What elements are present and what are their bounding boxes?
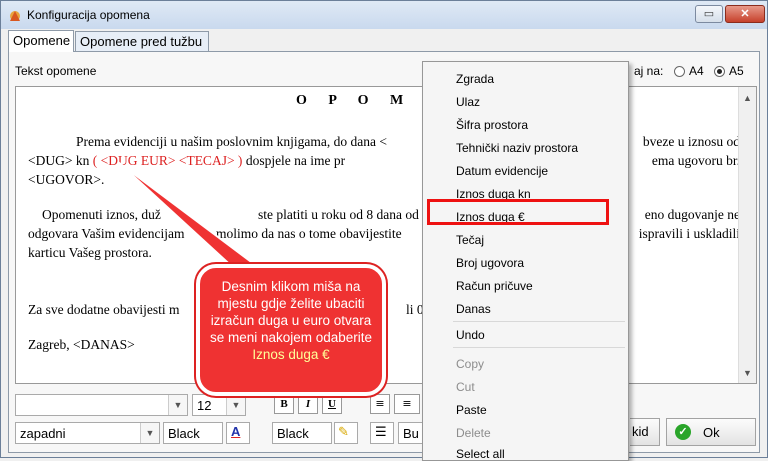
doc-line-6: karticu Vašeg prostora.	[28, 245, 152, 260]
menu-item-cut[interactable]: Cut	[456, 380, 475, 394]
radio-a4-label: A4	[689, 64, 704, 78]
scroll-down-icon[interactable]: ▼	[739, 364, 756, 381]
doc-line-2: <DUG> kn ( <DUG EUR> <TECAJ> ) dospjele …	[28, 153, 740, 168]
font-size-select[interactable]: 12 ▼	[192, 394, 246, 416]
highlight-color-select[interactable]: Black	[272, 422, 332, 444]
check-icon: ✓	[675, 424, 691, 440]
cancel-button[interactable]: kid	[630, 418, 660, 446]
close-button[interactable]: ✕	[725, 5, 765, 23]
menu-item-select-all[interactable]: Select all	[456, 447, 505, 461]
minimize-button[interactable]: ▭	[695, 5, 723, 23]
menu-item-zgrada[interactable]: Zgrada	[456, 72, 494, 86]
window-title: Konfiguracija opomena	[27, 8, 150, 22]
menu-item-paste[interactable]: Paste	[456, 403, 487, 417]
doc-line-3: <UGOVOR>.	[28, 172, 105, 187]
menu-item-delete[interactable]: Delete	[456, 426, 491, 440]
menu-item-danas[interactable]: Danas	[456, 302, 491, 316]
help-callout: Desnim klikom miša na mjestu gdje želite…	[196, 264, 386, 396]
callout-text: Desnim klikom miša na mjestu gdje želite…	[209, 279, 373, 345]
menu-item-tecaj[interactable]: Tečaj	[456, 233, 484, 247]
tab-opomene-pred-tuzbu[interactable]: Opomene pred tužbu	[75, 31, 209, 51]
ok-button[interactable]: ✓ Ok	[666, 418, 756, 446]
text-editor[interactable]: O P O M E Prema evidenciji u našim poslo…	[15, 86, 757, 384]
radio-a5[interactable]	[714, 66, 725, 77]
callout-highlight: Iznos duga €	[252, 347, 330, 362]
print-format-label: aj na:	[634, 64, 664, 78]
bold-button[interactable]: B	[274, 394, 294, 414]
doc-line-4: Opomenuti iznos, duž ste platiti u roku …	[42, 207, 740, 222]
radio-a4[interactable]	[674, 66, 685, 77]
align-left-icon[interactable]: ≡	[370, 394, 390, 414]
menu-item-tehnicki-naziv[interactable]: Tehnički naziv prostora	[456, 141, 578, 155]
menu-separator	[453, 347, 625, 348]
eur-placeholder: ( <DUG EUR> <TECAJ> )	[92, 153, 243, 168]
menu-item-copy[interactable]: Copy	[456, 357, 484, 371]
menu-item-ulaz[interactable]: Ulaz	[456, 95, 480, 109]
underline-button[interactable]: U	[322, 394, 342, 414]
close-icon: ✕	[740, 8, 750, 20]
tab-opomene[interactable]: Opomene	[8, 30, 74, 52]
editor-scrollbar[interactable]: ▲ ▼	[738, 87, 756, 383]
radio-a5-label: A5	[729, 64, 744, 78]
menu-item-sifra-prostora[interactable]: Šifra prostora	[456, 118, 528, 132]
menu-item-datum-evidencije[interactable]: Datum evidencije	[456, 164, 548, 178]
title-bar[interactable]: Konfiguracija opomena ▭ ✕	[1, 1, 767, 29]
align-center-icon[interactable]: ≡	[394, 394, 420, 414]
font-color-icon[interactable]: A	[226, 422, 250, 444]
text-color-select[interactable]: Black	[163, 422, 223, 444]
script-select[interactable]: zapadni ▼	[15, 422, 160, 444]
app-icon	[10, 11, 20, 21]
menu-item-racun-pricuve[interactable]: Račun pričuve	[456, 279, 533, 293]
text-label: Tekst opomene	[15, 64, 97, 78]
font-family-select[interactable]: ▼	[15, 394, 188, 416]
bullets-select[interactable]: Bu	[398, 422, 424, 444]
doc-line-5: odgovara Vašim evidencijam molimo da nas …	[28, 226, 740, 241]
chevron-down-icon: ▼	[140, 423, 159, 443]
menu-separator	[453, 321, 625, 322]
highlighter-icon[interactable]: ✎	[334, 422, 358, 444]
italic-button[interactable]: I	[298, 394, 318, 414]
chevron-down-icon: ▼	[226, 395, 245, 415]
context-menu: Zgrada Ulaz Šifra prostora Tehnički nazi…	[422, 61, 629, 461]
chevron-down-icon: ▼	[168, 395, 187, 415]
scroll-up-icon[interactable]: ▲	[739, 89, 756, 106]
menu-item-undo[interactable]: Undo	[456, 328, 485, 342]
bullet-list-icon[interactable]: ☰	[370, 422, 394, 444]
doc-line-1: Prema evidenciji u našim poslovnim knjig…	[76, 134, 740, 149]
menu-highlight-box	[427, 199, 609, 225]
minimize-icon: ▭	[703, 8, 715, 20]
menu-item-broj-ugovora[interactable]: Broj ugovora	[456, 256, 524, 270]
